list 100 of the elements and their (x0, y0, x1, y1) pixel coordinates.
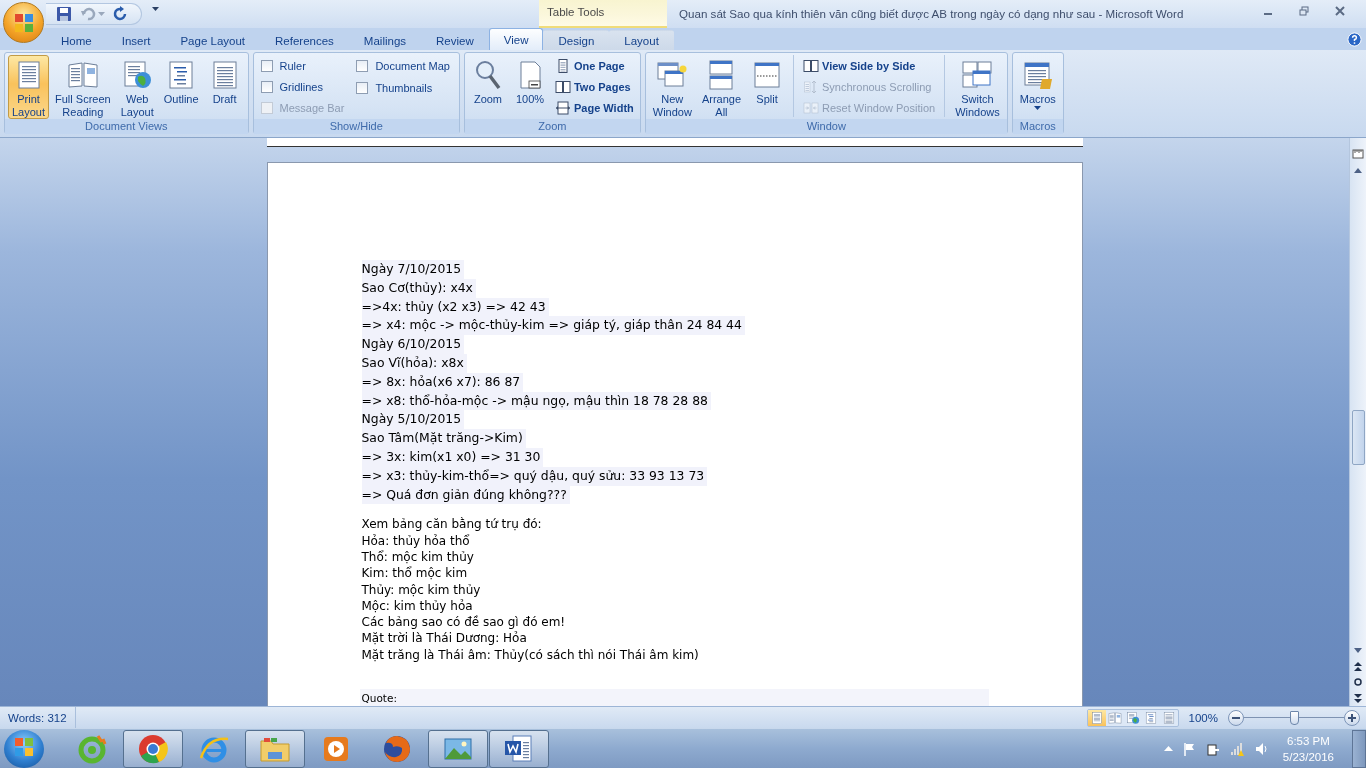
plus-icon (1348, 713, 1356, 722)
windows-logo-icon (13, 736, 35, 758)
start-button[interactable] (4, 729, 44, 768)
windows-icon (961, 59, 994, 91)
ribbon-button[interactable]: Macros (1015, 55, 1060, 119)
ribbon-button[interactable]: Print Layout (8, 55, 50, 119)
double-up-icon (1354, 661, 1362, 671)
ribbon-tab[interactable]: Layout (609, 30, 674, 50)
scroll-thumb[interactable] (1351, 410, 1365, 465)
view-button[interactable] (1087, 709, 1106, 726)
undo-icon (80, 6, 96, 22)
signal-icon (1228, 740, 1245, 757)
ribbon-tab[interactable]: References (260, 30, 349, 50)
ruler-icon (1352, 148, 1364, 160)
browser-icon (137, 732, 169, 765)
pages-icon (803, 57, 820, 74)
ribbon-button[interactable]: 100% (509, 55, 550, 119)
ribbon-button[interactable]: Page Width (551, 97, 637, 119)
globe-page-icon (1125, 710, 1140, 725)
close-icon (1335, 6, 1345, 16)
ribbon-button[interactable]: Split (747, 55, 788, 119)
text-line: Thổ: mộc kim thủy (361, 548, 475, 566)
show-hidden-icons-icon (1163, 746, 1173, 751)
text-line: Thủy: mộc kim thủy (361, 581, 482, 598)
minimize-icon (1264, 13, 1272, 15)
help-icon[interactable] (1347, 31, 1362, 47)
taskbar-button[interactable] (123, 729, 183, 768)
ribbon-button[interactable]: One Page (551, 55, 637, 77)
zoom-slider[interactable] (1244, 709, 1344, 726)
caret-icon (152, 7, 159, 11)
ribbon-button[interactable]: Full Screen Reading (51, 55, 115, 119)
checkbox-option[interactable]: Ruler (256, 55, 351, 77)
logo-icon (12, 11, 35, 34)
caret-icon (98, 12, 105, 16)
macro-icon (1021, 59, 1054, 91)
group-label: Document Views (5, 119, 248, 134)
book-icon (66, 59, 99, 91)
vertical-scrollbar[interactable] (1349, 138, 1366, 706)
text-line: Kim: thổ mộc kim (361, 565, 469, 582)
group-label: Show/Hide (253, 119, 459, 134)
page-width-icon (554, 100, 571, 117)
slider-thumb[interactable] (1290, 710, 1299, 725)
ribbon-tab[interactable]: Page Layout (165, 30, 261, 50)
save-button[interactable] (54, 5, 74, 23)
text-line: Mặt trăng là Thái âm: Thủy(có sách thì nói Thái âm kim) (361, 646, 700, 664)
checkbox-option[interactable]: Document Map (352, 55, 456, 77)
save-icon (56, 6, 72, 22)
page-icon (1089, 710, 1104, 725)
checkbox[interactable] (356, 60, 369, 72)
globe-page-icon (121, 59, 154, 91)
tray-button[interactable] (1163, 746, 1173, 751)
checkbox[interactable] (260, 59, 273, 72)
ribbon-tab[interactable]: Design (543, 30, 610, 50)
checkbox-option[interactable]: Thumbnails (352, 77, 456, 99)
text-line: Hỏa: thủy hỏa thổ (361, 532, 471, 549)
ribbon-button[interactable]: View Side by Side (800, 55, 939, 77)
taskbar-button[interactable] (489, 729, 549, 768)
circle-icon (1354, 678, 1362, 686)
up-arrow-icon (1354, 167, 1362, 173)
ribbon-button[interactable]: Zoom (467, 55, 508, 119)
text-line: Mộc: kim thủy hỏa (361, 597, 474, 615)
ribbon-button[interactable]: Draft (204, 55, 245, 119)
reset-icon (803, 100, 820, 117)
ribbon-button[interactable]: Arrange All (697, 55, 746, 119)
taskbar-button[interactable] (245, 729, 305, 768)
ribbon-button[interactable]: New Window (648, 55, 696, 119)
redo-icon (113, 6, 129, 22)
ribbon-tab[interactable]: Mailings (348, 30, 422, 50)
double-down-icon (1354, 693, 1362, 703)
zoom-out-button[interactable] (1228, 709, 1244, 726)
group-label: Zoom (464, 119, 640, 134)
clock-time: 6:53 PM (1287, 733, 1330, 749)
ribbon-tab[interactable]: Review (421, 30, 489, 50)
contextual-group-label: Table Tools (539, 0, 667, 28)
book-icon (1107, 710, 1122, 725)
ribbon-button[interactable]: Outline (159, 55, 203, 119)
zoom-in-button[interactable] (1344, 709, 1360, 726)
text-line: Mặt trời là Thái Dương: Hỏa (361, 630, 528, 647)
view-button[interactable] (1105, 709, 1124, 726)
clock-date: 5/23/2016 (1282, 749, 1334, 765)
ruler-button[interactable] (1350, 146, 1366, 162)
checkbox-option[interactable]: Gridlines (256, 76, 351, 98)
ribbon-button[interactable]: Web Layout (116, 55, 158, 119)
document-icon (503, 732, 535, 765)
window-title: Quan sát Sao qua kính thiên văn cũng biết được AB trong ngày có dạng như sau - Microsoft Word (678, 6, 1184, 22)
restore-icon (1299, 6, 1309, 16)
zoom-level[interactable]: 100% (1178, 711, 1228, 724)
ribbon-button[interactable]: Two Pages (551, 76, 637, 98)
draft-icon (1161, 710, 1176, 725)
down-arrow-icon (1354, 647, 1362, 653)
ribbon-tab[interactable]: Home (46, 30, 107, 50)
text-line: Các bảng sao có đề sao gì đó em! (361, 614, 567, 631)
ribbon-tab[interactable]: Insert (106, 30, 166, 50)
checkbox[interactable] (356, 82, 369, 94)
text-line: Xem bảng căn bằng tứ trụ đó: (361, 516, 543, 533)
checkbox[interactable] (260, 81, 273, 93)
outline-icon (1143, 710, 1158, 725)
quote-label: Quote: (359, 689, 989, 706)
taskbar-button[interactable] (428, 729, 488, 768)
ribbon-tab[interactable]: View (488, 28, 544, 50)
